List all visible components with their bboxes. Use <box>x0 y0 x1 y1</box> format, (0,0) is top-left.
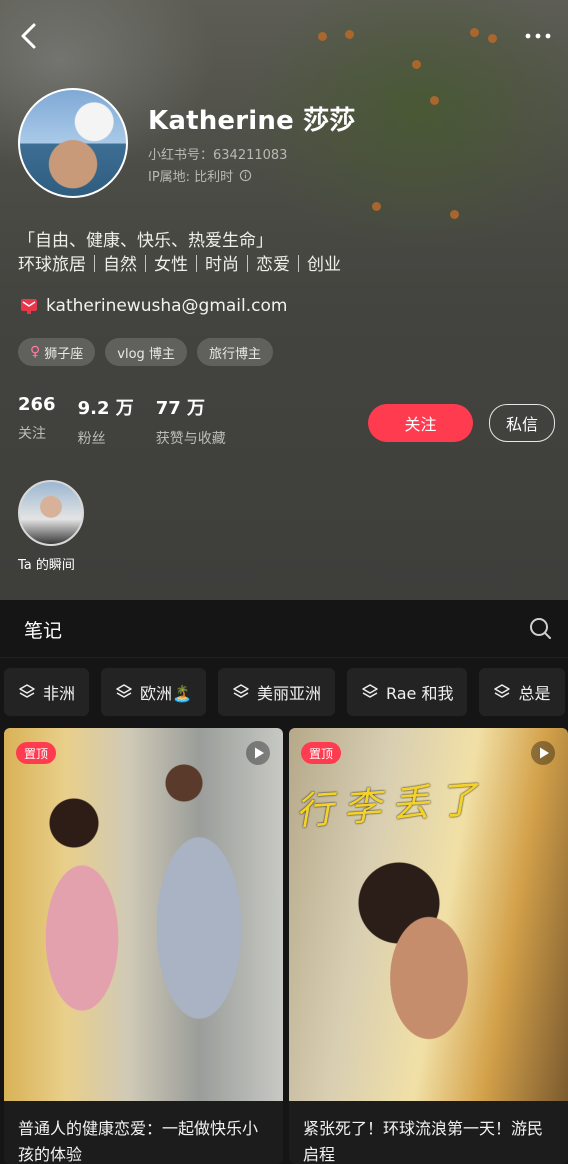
collection-chip-europe[interactable]: 欧洲🏝️ <box>101 668 206 716</box>
play-icon <box>246 741 270 765</box>
ip-location: IP属地: 比利时 <box>148 166 252 185</box>
stat-label: 粉丝 <box>77 431 106 447</box>
stat-value: 266 <box>18 394 56 415</box>
pinned-badge: 置顶 <box>301 742 342 764</box>
collection-chip-africa[interactable]: 非洲 <box>4 668 90 716</box>
stat-followers[interactable]: 9.2 万 粉丝 <box>78 394 134 448</box>
play-icon <box>531 741 555 765</box>
message-button[interactable]: 私信 <box>489 404 555 442</box>
female-icon: ♀ <box>30 344 41 360</box>
tag-vlog: vlog 博主 <box>105 338 187 366</box>
tag-label: 旅行博主 <box>208 346 261 362</box>
tag-label: vlog 博主 <box>117 346 175 362</box>
chip-label: 总是 <box>518 684 551 703</box>
chip-label: Rae 和我 <box>385 684 454 703</box>
collection-chip-rae[interactable]: Rae 和我 <box>346 668 468 716</box>
note-title: 普通人的健康恋爱：一起做快乐小孩的体验 <box>18 1119 259 1164</box>
chevron-left-icon[interactable] <box>14 20 46 52</box>
stat-value: 9.2 万 <box>77 398 134 419</box>
tag-label: 狮子座 <box>44 346 84 362</box>
chip-label: 美丽亚洲 <box>256 684 321 703</box>
note-card[interactable]: 行李丢了 置顶 紧张死了！环球流浪第一天！游民启程 <box>289 728 568 1164</box>
layers-icon <box>19 684 35 698</box>
chip-label: 欧洲🏝️ <box>140 684 192 703</box>
stats-row: 266 关注 9.2 万 粉丝 77 万 获赞与收藏 <box>18 394 226 448</box>
search-icon[interactable] <box>528 616 552 640</box>
xhs-id: 小红书号：634211083 <box>148 148 288 163</box>
mail-icon <box>21 299 37 314</box>
collection-chips: 非洲 欧洲🏝️ 美丽亚洲 Rae 和我 总是 <box>4 668 565 716</box>
more-dots-icon[interactable] <box>520 22 556 50</box>
layers-icon <box>362 684 378 698</box>
stat-likes[interactable]: 77 万 获赞与收藏 <box>156 394 226 448</box>
layers-icon <box>494 684 511 698</box>
email-text: katherinewusha@gmail.com <box>46 296 288 316</box>
layers-icon <box>233 684 249 698</box>
profile-tags: ♀ 狮子座 vlog 博主 旅行博主 <box>18 338 273 366</box>
pinned-badge: 置顶 <box>16 742 57 764</box>
avatar[interactable] <box>18 88 128 198</box>
moments-label: Ta 的瞬间 <box>18 558 75 573</box>
stat-following[interactable]: 266 关注 <box>18 394 56 448</box>
layers-icon <box>116 684 132 698</box>
top-bar <box>0 0 568 72</box>
email-row: katherinewusha@gmail.com <box>20 296 287 316</box>
follow-button[interactable]: 关注 <box>368 404 473 442</box>
chip-label: 非洲 <box>43 684 76 703</box>
note-title: 紧张死了！环球流浪第一天！游民启程 <box>303 1119 544 1164</box>
stat-label: 关注 <box>18 426 46 442</box>
note-cover-image <box>4 728 283 1101</box>
bio-line-2: 环球旅居｜自然｜女性｜时尚｜恋爱｜创业 <box>18 255 341 275</box>
username: Katherine 莎莎 <box>148 106 356 136</box>
stat-value: 77 万 <box>155 398 206 419</box>
collection-chip-always[interactable]: 总是 <box>479 668 565 716</box>
collection-chip-asia[interactable]: 美丽亚洲 <box>217 668 335 716</box>
moments-thumbnail[interactable] <box>18 480 84 546</box>
ip-location-text: IP属地: 比利时 <box>148 170 234 185</box>
profile-page: Katherine 莎莎 小红书号：634211083 IP属地: 比利时 「自… <box>0 0 568 1164</box>
section-divider <box>0 657 568 658</box>
tag-zodiac: ♀ 狮子座 <box>18 338 96 366</box>
info-icon[interactable] <box>239 169 252 182</box>
tag-travel: 旅行博主 <box>196 338 273 366</box>
stat-label: 获赞与收藏 <box>155 431 226 447</box>
note-card[interactable]: 置顶 普通人的健康恋爱：一起做快乐小孩的体验 <box>4 728 283 1164</box>
notes-title: 笔记 <box>24 620 63 642</box>
bio-line-1: 「自由、健康、快乐、热爱生命」 <box>18 231 273 251</box>
